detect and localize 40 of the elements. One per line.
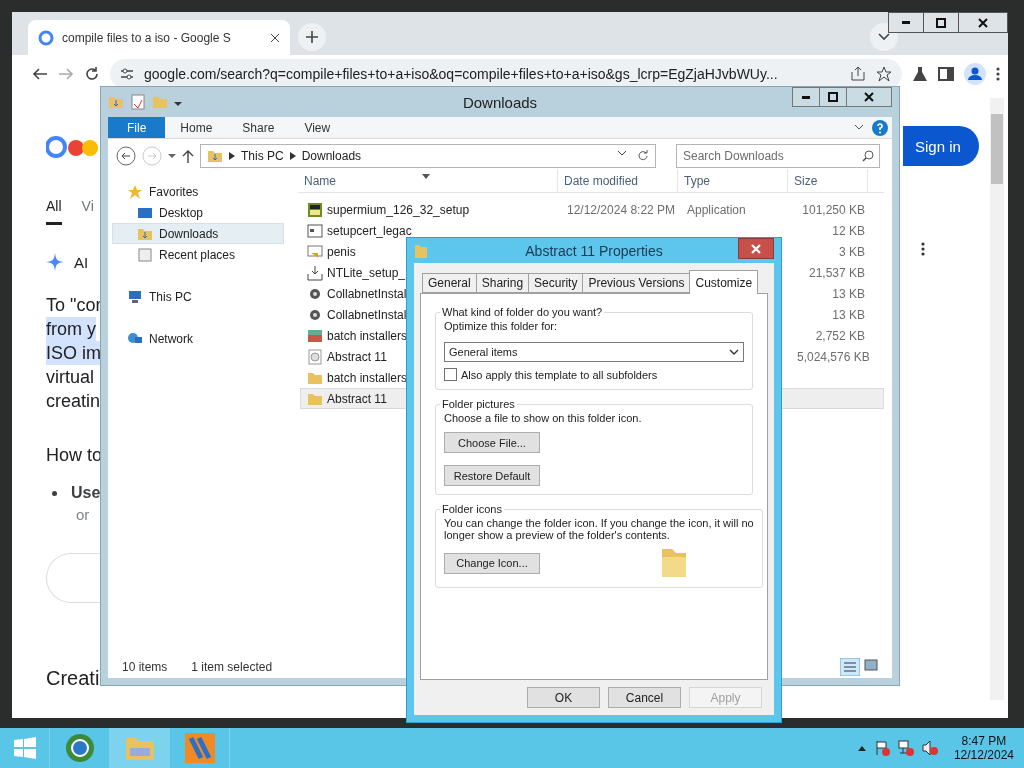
answer-line: virtual xyxy=(46,366,94,389)
size-cell-text: 101,250 KB xyxy=(801,202,866,217)
group-text: Choose a file to show on this folder icon. xyxy=(444,412,643,424)
size-cell-text: 5,024,576 KB xyxy=(796,349,871,364)
group-title: Folder pictures xyxy=(441,398,516,410)
size-cell-text: 2,752 KB xyxy=(814,328,866,343)
file-name: CollabnetInstal xyxy=(327,307,407,322)
status-text: 10 items xyxy=(122,660,168,674)
file-name: Abstract 11 xyxy=(327,349,387,364)
answer-line: To "cor xyxy=(46,294,102,317)
file-name: CollabnetInstal xyxy=(327,286,407,301)
group-title: Folder icons xyxy=(441,503,503,515)
file-name: Abstract 11 xyxy=(327,391,387,406)
date-cell-text: 12/12/2024 8:22 PM xyxy=(566,202,677,217)
window-title: Downloads xyxy=(462,93,538,111)
result-heading: Creati xyxy=(46,667,100,690)
answer-line: creatin xyxy=(46,390,101,413)
ai-overview-label: AI xyxy=(74,253,89,271)
size-cell-text: 3 KB xyxy=(838,244,866,259)
url-text: google.com/search?q=compile+files+to+a+iso&oq=compile+files+to+a+iso&gs_lcrp=EgZjaHJvbWUy... xyxy=(144,65,779,82)
checkbox-label: Also apply this template to all subfolders xyxy=(461,368,658,381)
size-cell-text: 13 KB xyxy=(831,286,866,301)
file-name: batch installers xyxy=(327,328,408,343)
file-name: setupcert_legac xyxy=(327,223,412,238)
size-cell-text: 12 KB xyxy=(831,223,866,238)
status-text: 1 item selected xyxy=(191,660,273,674)
type-cell-text: Application xyxy=(686,202,747,217)
file-name: NTLite_setup_ xyxy=(327,265,406,280)
tab-title: compile files to a iso - Google S xyxy=(62,30,232,45)
bullet-subtext: or xyxy=(76,506,91,523)
bullet-text: Use xyxy=(71,484,101,502)
field-label: Optimize this folder for: xyxy=(444,320,559,332)
dialog-title: Abstract 11 Properties xyxy=(525,242,663,259)
size-cell-text: 21,537 KB xyxy=(807,265,866,280)
file-name: supermium_126_32_setup xyxy=(327,202,470,217)
size-cell-text: 13 KB xyxy=(831,307,866,322)
group-title: What kind of folder do you want? xyxy=(441,306,604,318)
file-name: batch installers xyxy=(327,370,408,385)
group-text: You can change the folder icon. If you change the icon, it will no longer show a preview of the folder's contents. xyxy=(444,517,754,541)
file-name: penis xyxy=(327,244,356,259)
